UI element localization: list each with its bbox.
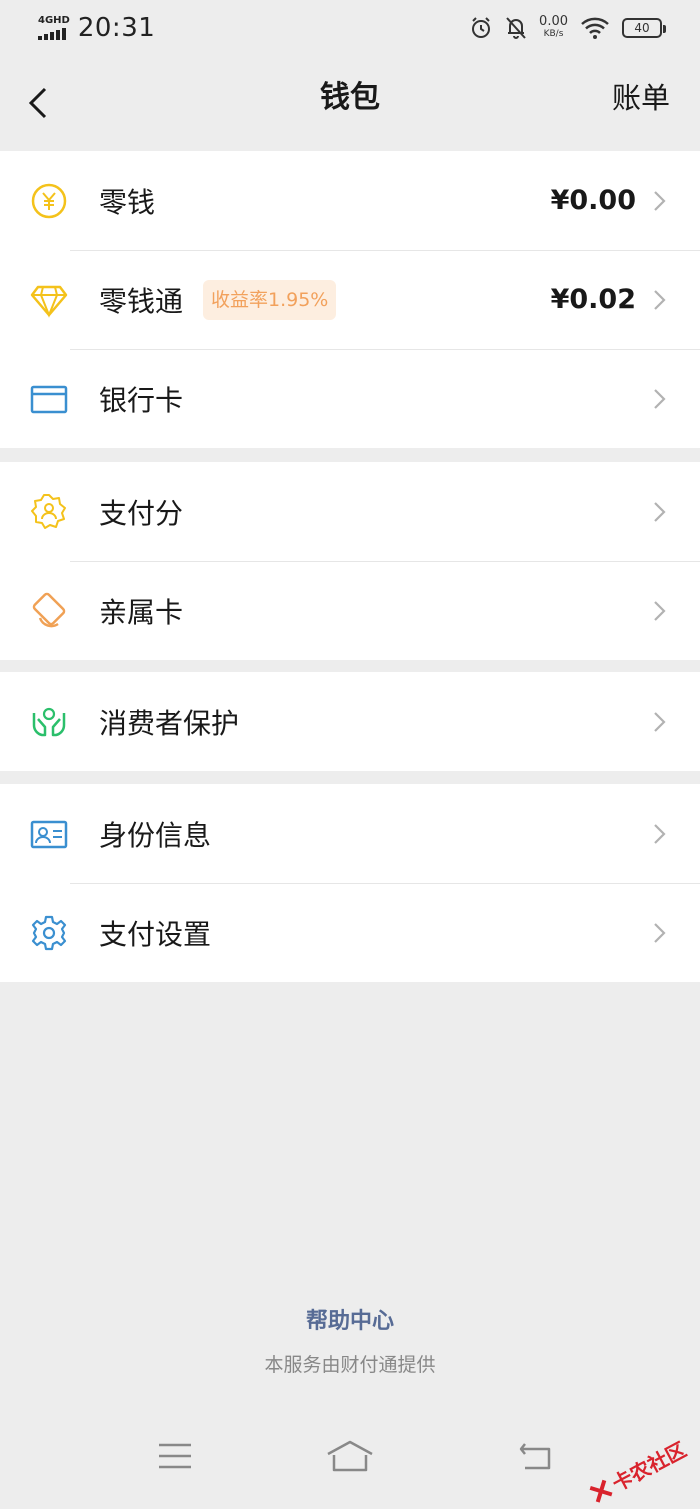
row-payment-score[interactable]: 支付分 <box>0 462 700 561</box>
row-bank-card[interactable]: 银行卡 <box>0 349 700 448</box>
menu-icon <box>159 1443 191 1469</box>
alarm-icon <box>472 17 491 38</box>
watermark: 卡农社区 <box>583 1434 690 1509</box>
row-consumer-protection[interactable]: 消费者保护 <box>0 672 700 771</box>
wallet-group-3: 消费者保护 <box>0 672 700 771</box>
chevron-right-icon <box>654 922 666 943</box>
lingqiantong-balance: ¥0.02 <box>550 284 636 315</box>
row-identity-info[interactable]: 身份信息 <box>0 784 700 883</box>
yuan-coin-icon <box>30 182 68 220</box>
family-card-icon <box>30 592 68 630</box>
row-label: 零钱通 <box>99 284 184 318</box>
signal-icon: 4GHD <box>38 16 70 40</box>
status-time: 20:31 <box>77 13 156 43</box>
bill-button[interactable]: 账单 <box>612 78 670 118</box>
row-change[interactable]: 零钱 ¥0.00 <box>0 151 700 250</box>
row-label: 亲属卡 <box>99 595 184 629</box>
return-icon <box>519 1443 551 1470</box>
status-bar: 4GHD 20:31 0.00 KB/s 40 <box>0 0 700 56</box>
chevron-right-icon <box>654 190 666 211</box>
row-label: 消费者保护 <box>99 706 240 740</box>
home-icon <box>327 1440 373 1472</box>
mute-bell-icon <box>506 17 526 39</box>
bank-card-icon <box>30 380 68 418</box>
service-provider-note: 本服务由财付通提供 <box>264 1354 436 1376</box>
payment-score-icon <box>30 493 68 531</box>
watermark-text: 卡农社区 <box>608 1437 691 1497</box>
row-label: 支付分 <box>99 496 184 530</box>
gear-icon <box>30 914 68 952</box>
row-payment-settings[interactable]: 支付设置 <box>0 883 700 982</box>
help-center-link[interactable]: 帮助中心 <box>0 1303 700 1335</box>
row-lingqiantong[interactable]: 零钱通 收益率1.95% ¥0.02 <box>0 250 700 349</box>
row-label: 零钱 <box>99 185 156 219</box>
chevron-right-icon <box>654 501 666 522</box>
wallet-group-2: 支付分 亲属卡 <box>0 462 700 660</box>
change-balance: ¥0.00 <box>550 185 636 216</box>
home-button[interactable] <box>325 1436 375 1476</box>
chevron-right-icon <box>654 289 666 310</box>
wifi-icon <box>581 17 609 39</box>
id-card-icon <box>30 815 68 853</box>
row-label: 支付设置 <box>99 917 212 951</box>
row-label: 身份信息 <box>99 818 212 852</box>
chevron-right-icon <box>654 823 666 844</box>
row-family-card[interactable]: 亲属卡 <box>0 561 700 660</box>
back-nav-button[interactable] <box>510 1436 560 1476</box>
chevron-right-icon <box>654 388 666 409</box>
consumer-protection-icon <box>30 703 68 741</box>
menu-button[interactable] <box>150 1436 200 1476</box>
network-speed: 0.00 KB/s <box>539 14 568 39</box>
chevron-right-icon <box>654 711 666 732</box>
yield-rate-badge: 收益率1.95% <box>203 279 337 320</box>
wallet-group-1: 零钱 ¥0.00 零钱通 收益率1.95% ¥0.02 银行卡 <box>0 151 700 448</box>
page-title: 钱包 <box>320 80 380 115</box>
system-nav-bar: 卡农社区 <box>0 1410 700 1503</box>
chevron-right-icon <box>654 600 666 621</box>
diamond-icon <box>30 281 68 319</box>
wallet-group-4: 身份信息 支付设置 <box>0 784 700 982</box>
battery-icon: 40 <box>622 18 666 38</box>
network-type: 4GHD <box>38 15 70 26</box>
nav-bar: 钱包 账单 <box>0 56 700 150</box>
row-label: 银行卡 <box>99 383 184 417</box>
